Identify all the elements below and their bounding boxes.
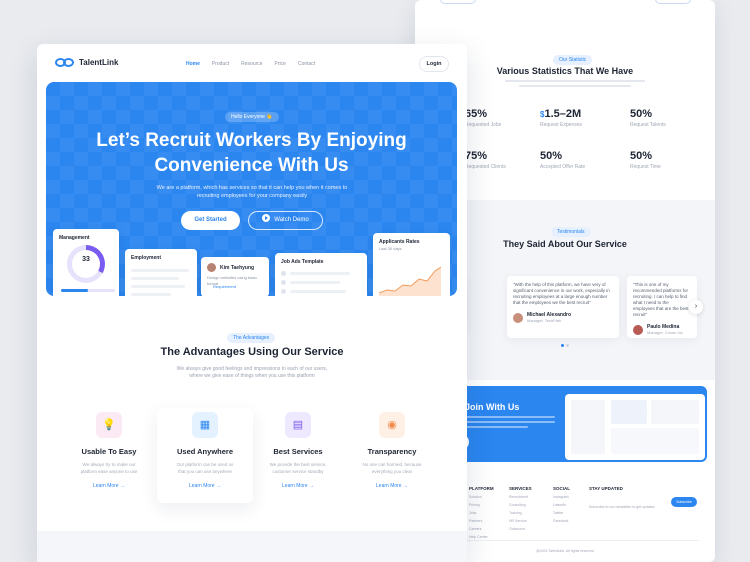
advantages-pill: The Advantages — [227, 333, 276, 343]
learn-more-link[interactable]: Learn More → — [61, 483, 157, 489]
hello-pill: Hello Everyone 👋 — [225, 112, 279, 122]
watch-demo-button[interactable]: Watch Demo — [248, 211, 323, 230]
testimonial-quote: "This is one of my recommended platforms… — [633, 282, 689, 317]
join-title: Join With Us — [465, 402, 520, 412]
feature-card: ▦ Used Anywhere Our platform can be used… — [157, 408, 253, 503]
get-started-button[interactable]: Get Started — [181, 211, 240, 230]
presentation-icon: ▤ — [285, 412, 311, 438]
stat-item: 65% Requested Jobs — [465, 108, 502, 128]
stat-item: $1.5–2M Request Expenses — [540, 108, 582, 128]
advantages-title: The Advantages Using Our Service — [160, 346, 344, 358]
navbar: TalentLink Home Product Resource Price C… — [37, 44, 467, 82]
brand-name: TalentLink — [79, 58, 119, 67]
statistics-subtitle — [505, 80, 645, 90]
job-ads-card: Job Ads Template — [275, 253, 367, 296]
nav-item-price[interactable]: Price — [275, 61, 286, 67]
top-cut-button[interactable] — [655, 0, 691, 4]
learn-more-link[interactable]: Learn More → — [250, 483, 346, 489]
footer-column: SERVICES Recruitment Consulting Training… — [509, 486, 532, 531]
advantages-subtitle: We always give good feelings and impress… — [176, 366, 328, 379]
nav-item-product[interactable]: Product — [212, 61, 229, 67]
testimonial-card: "With the help of this platform, we have… — [507, 276, 619, 338]
management-card: Management 33 — [53, 229, 119, 296]
testimonials-pill: Testimonials — [551, 227, 591, 237]
avatar — [633, 324, 643, 335]
logo[interactable]: TalentLink — [55, 58, 118, 67]
testimonial-card-right: "This is one of my recommended platforms… — [627, 276, 697, 338]
nav-item-resource[interactable]: Resource — [241, 61, 262, 67]
footer-column: SOCIAL Instagram LinkedIn Twitter Facebo… — [553, 486, 571, 523]
testimonial-role: Manager, Crown Inc — [647, 330, 683, 335]
person-card: Kim Taehyung Design websites using basic… — [201, 257, 269, 296]
top-cut-button[interactable] — [440, 0, 476, 4]
applicants-area-chart — [379, 266, 441, 296]
lightbulb-icon: 💡 — [96, 412, 122, 438]
eye-icon: ◉ — [379, 412, 405, 438]
carousel-dots[interactable] — [561, 344, 569, 347]
stat-item: 75% Requested Clients — [465, 150, 506, 170]
stat-item: 50% Accepted Offer Rate — [540, 150, 586, 170]
next-section-edge — [37, 531, 467, 562]
front-page-preview: TalentLink Home Product Resource Price C… — [37, 44, 467, 562]
footer-column: STAY UPDATED Subscribe to our newsletter… — [589, 486, 655, 509]
avatar — [207, 263, 216, 272]
feature-card: 💡 Usable To Easy We always try to make o… — [61, 408, 157, 489]
dashboard-preview — [565, 394, 705, 460]
hero-title: Let’s Recruit Workers By Enjoying Conveni… — [96, 130, 407, 176]
avatar — [513, 312, 523, 323]
testimonial-quote: "With the help of this platform, we have… — [513, 282, 610, 305]
testimonial-role: Manager, TechPark — [527, 318, 562, 323]
building-icon: ▦ — [192, 412, 218, 438]
employment-card: Employment — [125, 249, 197, 296]
feature-card: ◉ Transparency No one can harmed, becaus… — [344, 408, 440, 489]
hero-description: We are a platform, which has services so… — [156, 185, 348, 199]
play-icon — [262, 214, 271, 223]
stat-item: 50% Request Talents — [630, 108, 666, 128]
stat-item: 50% Request Time — [630, 150, 661, 170]
nav-menu: Home Product Resource Price Contact — [186, 61, 315, 67]
subscribe-button[interactable]: Subscribe — [671, 497, 697, 507]
statistics-pill: Our Statistic — [553, 55, 593, 65]
feature-card: ▤ Best Services We provide the best serv… — [250, 408, 346, 489]
login-button[interactable]: Login — [419, 56, 449, 72]
learn-more-link[interactable]: Learn More → — [344, 483, 440, 489]
management-progress — [61, 289, 115, 292]
learn-more-link[interactable]: Learn More → — [157, 483, 253, 489]
infinity-logo-icon — [55, 58, 75, 67]
nav-item-contact[interactable]: Contact — [298, 61, 315, 67]
hero-section: Hello Everyone 👋 Let’s Recruit Workers B… — [46, 82, 457, 296]
next-arrow-icon[interactable]: › — [689, 300, 703, 314]
applicants-rates-card: Applicants Rates Last 30 days — [373, 233, 450, 296]
nav-item-home[interactable]: Home — [186, 61, 200, 67]
join-subtitle — [465, 416, 555, 431]
footer-column: PLATFORM Solution Pricing Jobs Partners … — [469, 486, 494, 539]
management-donut: 33 — [67, 245, 105, 283]
